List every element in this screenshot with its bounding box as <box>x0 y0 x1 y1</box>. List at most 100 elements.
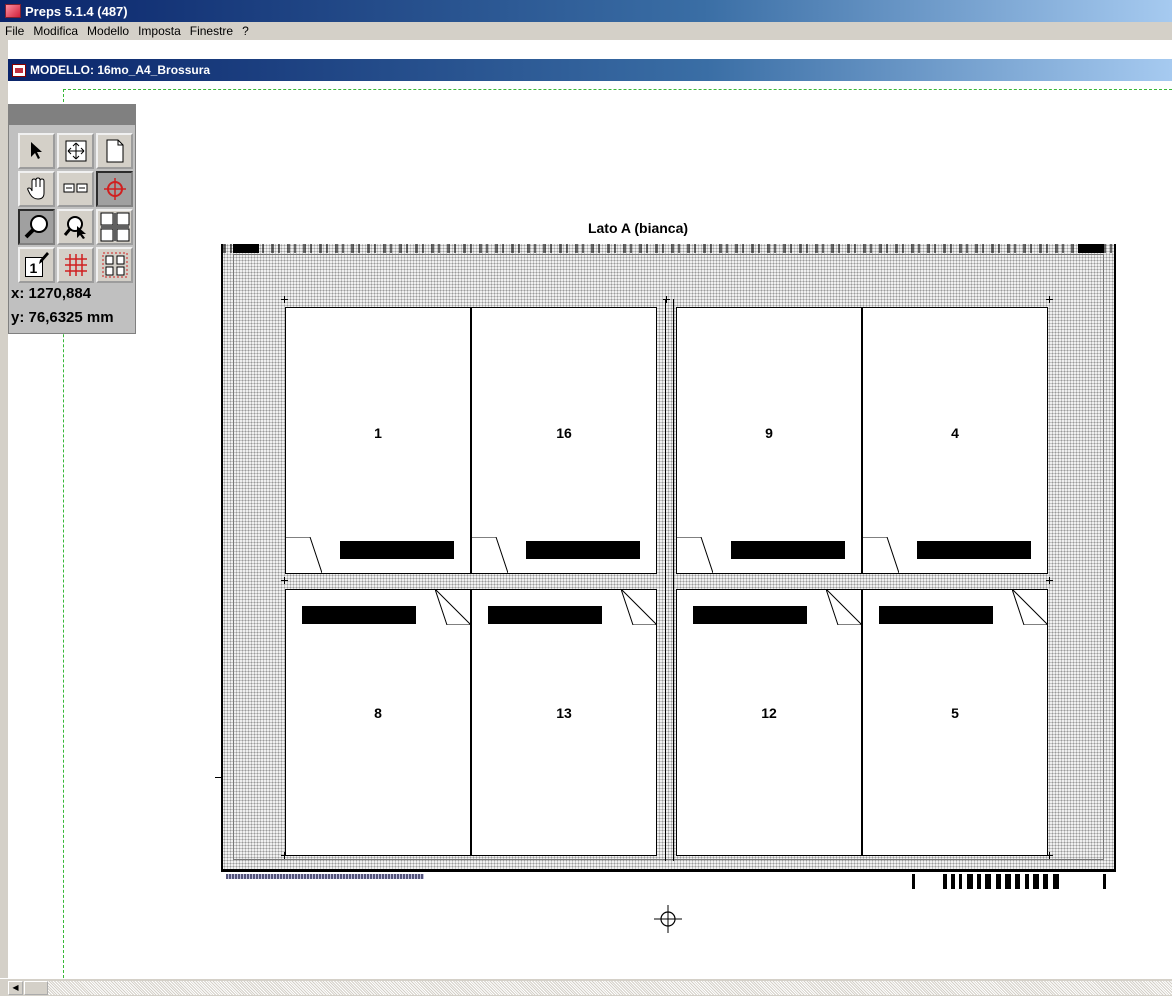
sheet-side-title: Lato A (bianca) <box>587 220 689 236</box>
page-slot-1[interactable]: 1 <box>285 307 471 574</box>
crop-mark <box>281 296 288 303</box>
hand-icon <box>26 177 44 200</box>
imposition-layout-icon <box>102 252 127 278</box>
x-coordinate-readout: x: 1270,884 <box>11 285 92 302</box>
document-icon <box>12 63 26 77</box>
page-number: 9 <box>765 425 773 441</box>
gutter-tool-button[interactable] <box>96 209 133 245</box>
spine-line-left <box>665 299 666 861</box>
move-arrows-icon <box>65 140 86 162</box>
page-tool-button[interactable] <box>96 133 133 169</box>
page-slot-13[interactable]: 13 <box>471 589 657 856</box>
page-number: 5 <box>951 705 959 721</box>
page-slug-bar <box>731 541 845 559</box>
magnifier-icon <box>24 215 48 239</box>
crop-mark <box>281 577 288 584</box>
page-slug-bar <box>879 606 993 624</box>
corner-mark-left <box>233 244 259 253</box>
mark-tool-button[interactable] <box>57 171 94 207</box>
fold-corner-icon <box>472 537 508 573</box>
page-number: 13 <box>556 705 572 721</box>
page-number-tool-button[interactable]: 1 <box>18 247 55 283</box>
scroll-thumb[interactable] <box>24 981 48 995</box>
grid-tool-button[interactable] <box>57 247 94 283</box>
guide-horizontal <box>63 89 1172 90</box>
menu-file[interactable]: File <box>1 24 28 38</box>
crosshair-icon <box>103 178 126 200</box>
zoom-in-tool-button[interactable] <box>18 209 55 245</box>
pencil-icon <box>38 252 49 264</box>
arrow-tool-button[interactable] <box>18 133 55 169</box>
tool-grid: 1 <box>18 133 135 285</box>
page-number: 8 <box>374 705 382 721</box>
page-slot-8[interactable]: 8 <box>285 589 471 856</box>
page-number: 16 <box>556 425 572 441</box>
scroll-left-button[interactable]: ◀ <box>8 981 23 995</box>
fold-corner-icon <box>1012 589 1048 625</box>
grid-icon <box>64 254 87 276</box>
marks-icon <box>63 183 87 193</box>
app-title: Preps 5.1.4 (487) <box>25 3 128 19</box>
fold-corner-icon <box>863 537 899 573</box>
hand-tool-button[interactable] <box>18 171 55 207</box>
press-sheet[interactable]: 1 16 9 4 8 13 12 5 <box>215 244 1116 872</box>
menu-finestre[interactable]: Finestre <box>186 24 237 38</box>
page-number: 12 <box>761 705 777 721</box>
menu-help[interactable]: ? <box>238 24 253 38</box>
page-slot-12[interactable]: 12 <box>676 589 862 856</box>
sheet-info-strip <box>226 874 424 879</box>
palette-title-bar[interactable] <box>9 105 135 125</box>
menu-modifica[interactable]: Modifica <box>29 24 82 38</box>
page-slug-bar <box>526 541 640 559</box>
page-slug-bar <box>917 541 1031 559</box>
fold-corner-icon <box>621 589 657 625</box>
page-slot-5[interactable]: 5 <box>862 589 1048 856</box>
page-slot-4[interactable]: 4 <box>862 307 1048 574</box>
gutter-icon <box>100 212 129 242</box>
fold-corner-icon <box>826 589 862 625</box>
menu-modello[interactable]: Modello <box>83 24 133 38</box>
crosshair-tool-button[interactable] <box>96 171 133 207</box>
page-slug-bar <box>302 606 416 624</box>
registration-crosshair-icon <box>654 905 682 933</box>
crop-mark <box>1046 296 1053 303</box>
app-title-bar: Preps 5.1.4 (487) <box>0 0 1172 22</box>
spine-line-right <box>673 299 674 861</box>
page-slug-bar <box>693 606 807 624</box>
page-slug-bar <box>488 606 602 624</box>
menu-imposta[interactable]: Imposta <box>134 24 185 38</box>
y-coordinate-readout: y: 76,6325 mm <box>11 309 114 326</box>
barcode-mark <box>912 874 1106 889</box>
page-slot-16[interactable]: 16 <box>471 307 657 574</box>
zoom-out-tool-button[interactable] <box>57 209 94 245</box>
fold-corner-icon <box>677 537 713 573</box>
side-tick-left <box>215 777 223 778</box>
page-slot-9[interactable]: 9 <box>676 307 862 574</box>
move-tool-button[interactable] <box>57 133 94 169</box>
arrow-pointer-icon <box>30 142 42 159</box>
menu-bar: File Modifica Modello Imposta Finestre ? <box>0 22 1172 40</box>
fold-corner-icon <box>286 537 322 573</box>
document-title: MODELLO: 16mo_A4_Brossura <box>30 63 211 77</box>
document-title-bar[interactable]: MODELLO: 16mo_A4_Brossura <box>8 59 1172 81</box>
crop-mark <box>281 852 288 859</box>
crop-mark <box>1046 577 1053 584</box>
crop-mark <box>663 296 670 303</box>
fold-corner-icon <box>435 589 471 625</box>
tool-palette: 1 x: 1270,884 y: 76,6325 mm <box>8 104 136 334</box>
horizontal-scrollbar[interactable] <box>48 981 1172 995</box>
magnifier-select-icon <box>63 216 86 239</box>
crop-mark <box>1046 852 1053 859</box>
page-number: 1 <box>374 425 382 441</box>
layout-canvas[interactable]: Lato A (bianca) 1 16 9 4 8 13 12 5 <box>8 81 1172 978</box>
page-slug-bar <box>340 541 454 559</box>
mdi-left-edge <box>0 40 8 978</box>
page-number: 4 <box>951 425 959 441</box>
page-number-tool-label: 1 <box>29 260 38 276</box>
app-icon <box>5 4 21 18</box>
page-icon <box>106 139 123 163</box>
page-number-icon: 1 <box>23 251 51 279</box>
layout-tool-button[interactable] <box>96 247 133 283</box>
color-bar-marks <box>223 244 1114 253</box>
corner-mark-right <box>1078 244 1104 253</box>
